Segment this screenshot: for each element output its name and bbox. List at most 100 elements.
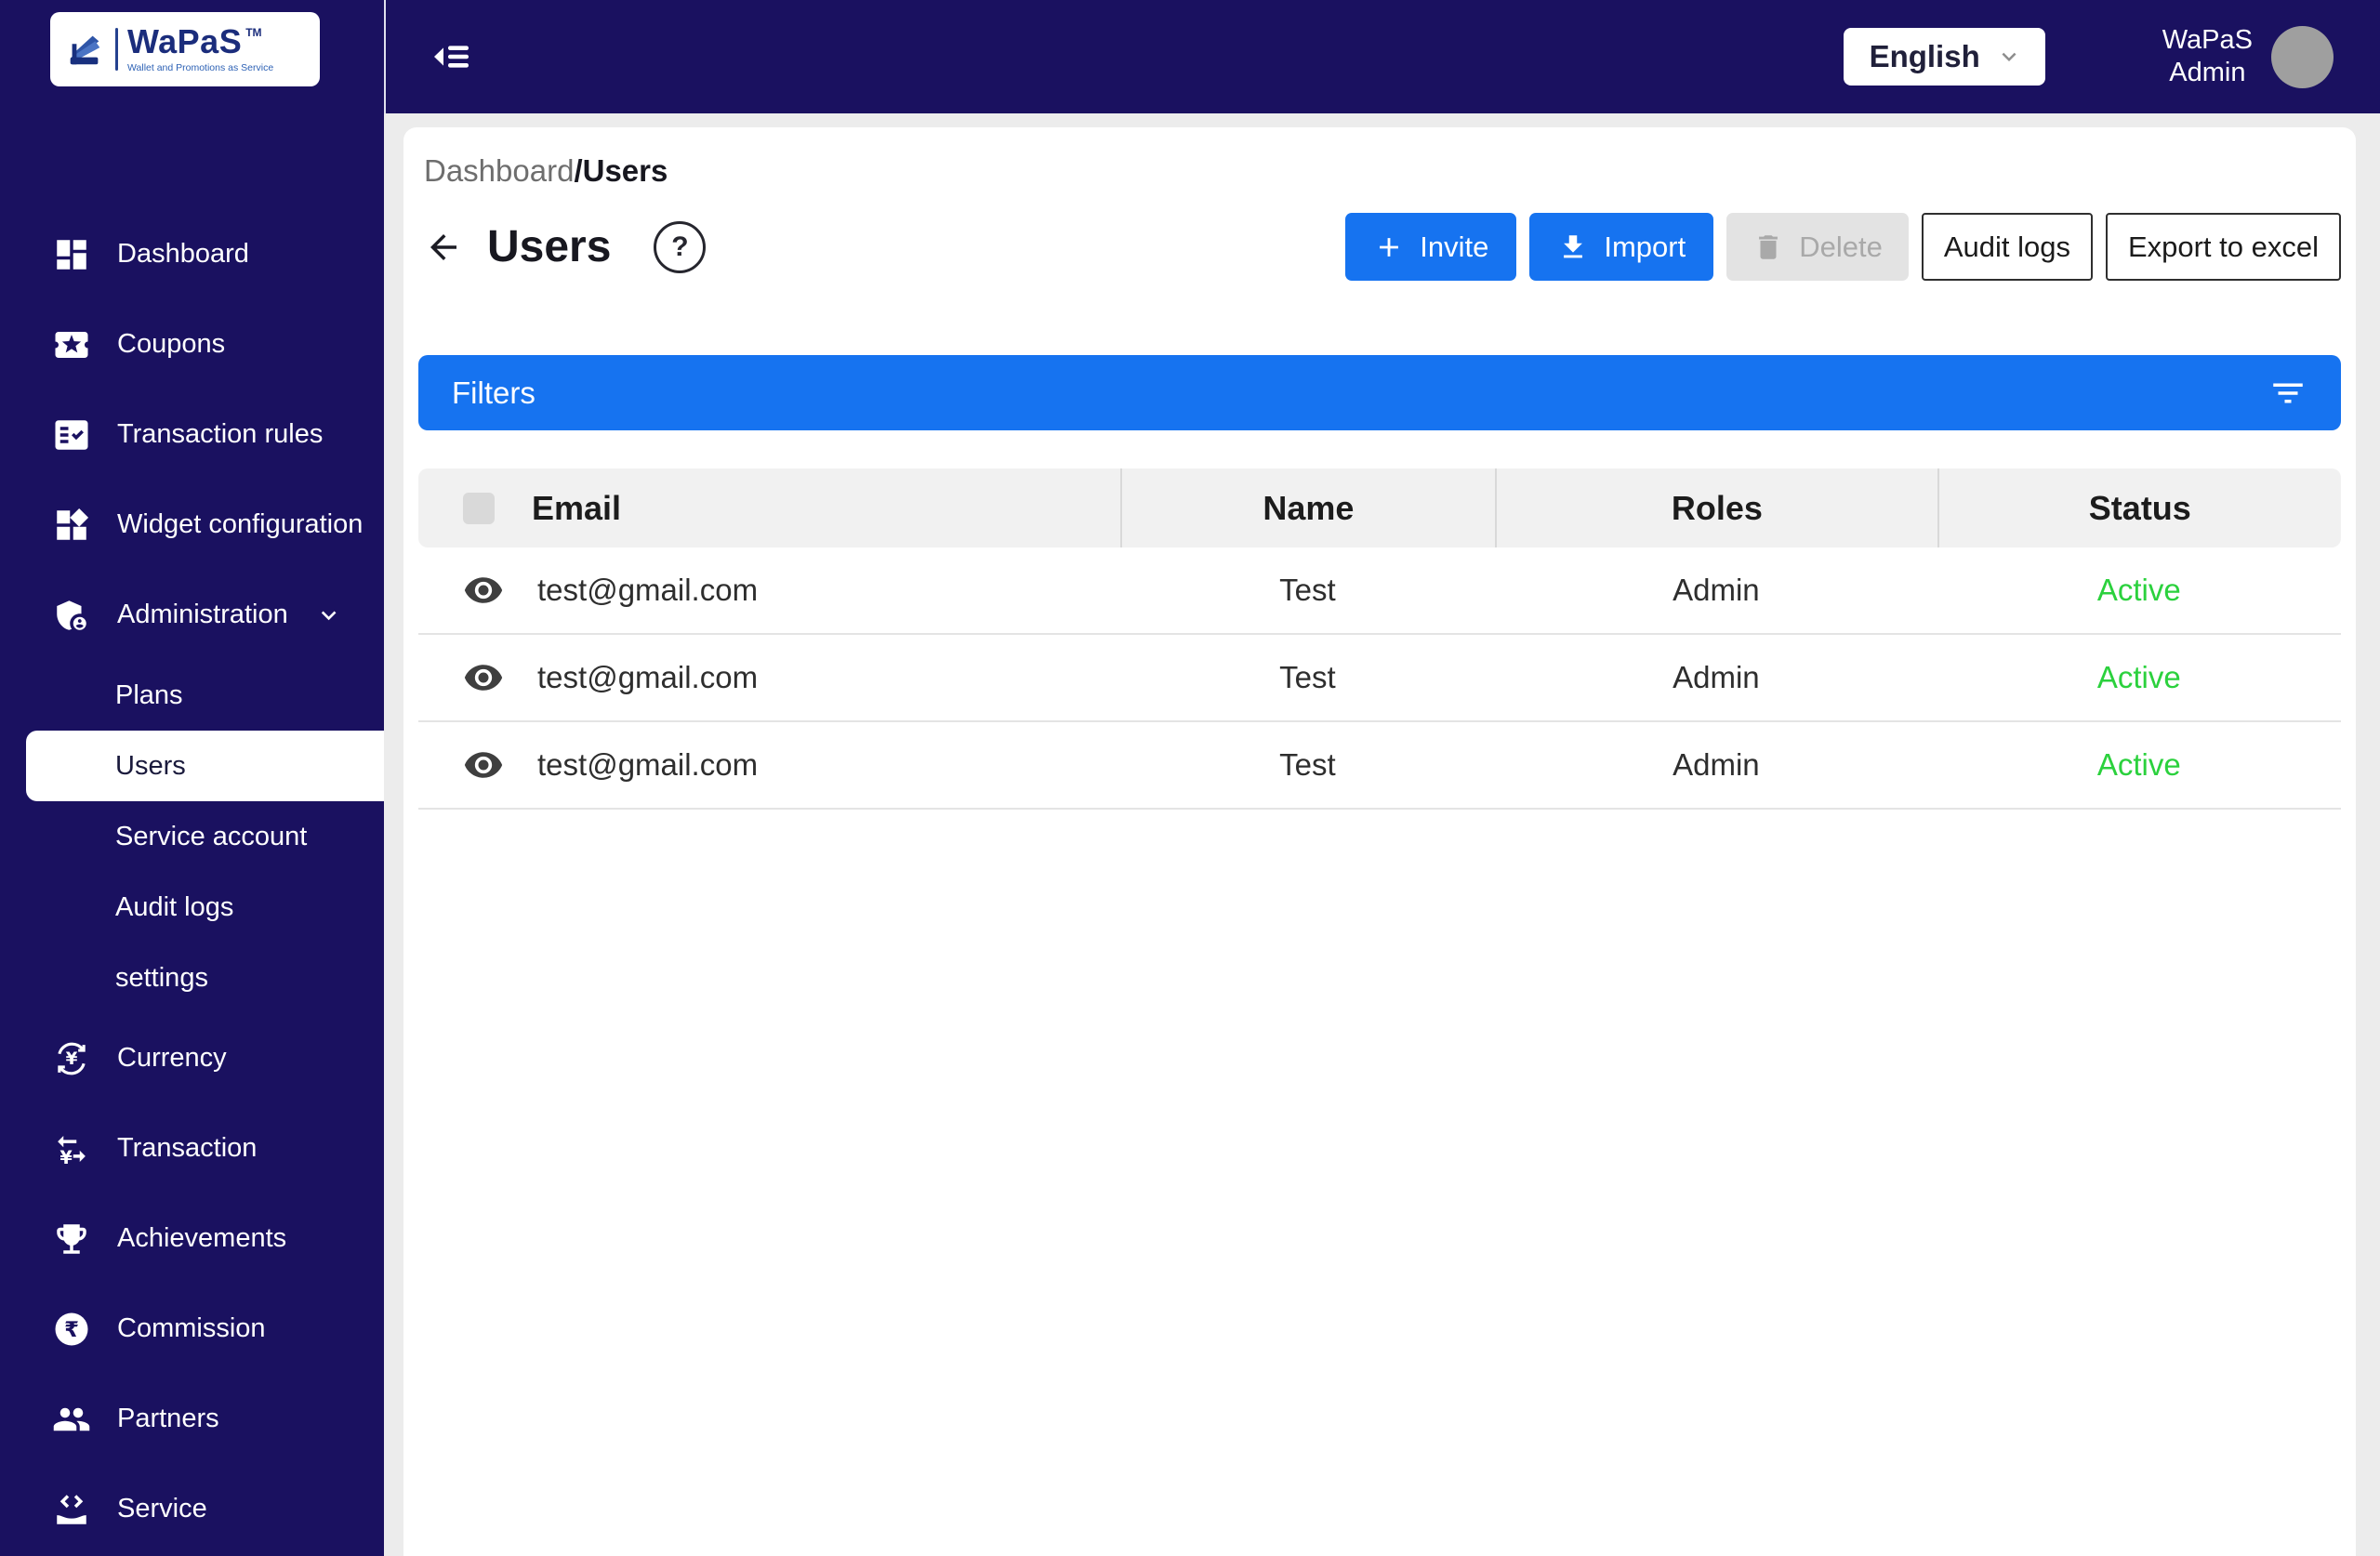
table-header-roles: Roles — [1495, 468, 1937, 547]
user-name: WaPaS Admin — [2162, 25, 2253, 87]
sidebar-item-label: Currency — [117, 1043, 227, 1073]
sidebar-item-transaction[interactable]: ¥ Transaction — [0, 1103, 384, 1193]
sidebar-item-coupons[interactable]: Coupons — [0, 299, 384, 389]
sidebar-item-dashboard[interactable]: Dashboard — [0, 209, 384, 299]
breadcrumb: Dashboard/Users — [418, 127, 2341, 189]
table-row: test@gmail.com Test Admin Active — [418, 547, 2341, 635]
audit-logs-button[interactable]: Audit logs — [1921, 213, 2093, 281]
logo-tagline: Wallet and Promotions as Service — [127, 62, 274, 74]
sidebar-item-commission[interactable]: ₹ Commission — [0, 1284, 384, 1374]
sidebar-item-transaction-rules[interactable]: Transaction rules — [0, 389, 384, 480]
status-badge: Active — [2096, 660, 2181, 694]
sidebar-subitem-label: Service account — [115, 821, 308, 851]
sidebar-subitem-label: settings — [115, 962, 208, 993]
transaction-yen-icon: ¥ — [52, 1129, 91, 1168]
sidebar-subitem-label: Users — [115, 750, 186, 781]
table-header-email: Email — [418, 468, 1120, 547]
logo-name: WaPaS — [127, 22, 243, 61]
status-badge: Active — [2096, 747, 2181, 782]
cell-roles: Admin — [1673, 747, 1760, 782]
sidebar-item-achievements[interactable]: Achievements — [0, 1193, 384, 1284]
sidebar-item-label: Transaction — [117, 1133, 258, 1163]
sidebar-subitem-plans[interactable]: Plans — [0, 660, 384, 731]
select-all-checkbox[interactable] — [463, 492, 495, 524]
chevron-down-icon — [1995, 43, 2023, 71]
chevron-down-icon — [314, 600, 343, 631]
download-icon — [1557, 231, 1589, 263]
rupee-circle-icon: ₹ — [52, 1310, 91, 1349]
svg-text:¥: ¥ — [66, 1049, 78, 1069]
cell-name: Test — [1279, 573, 1336, 607]
filters-bar[interactable]: Filters — [418, 355, 2341, 430]
trophy-icon — [52, 1220, 91, 1259]
language-select[interactable]: English — [1843, 28, 2045, 86]
users-table: Email Name Roles Status test@gmail.com T… — [418, 468, 2341, 810]
delete-button[interactable]: Delete — [1726, 213, 1909, 281]
sidebar-nav: Dashboard Coupons Transaction rules Widg… — [0, 209, 384, 1554]
wapas-logo-icon — [70, 35, 100, 65]
sidebar-subitem-service-account[interactable]: Service account — [0, 801, 384, 872]
sidebar-subitem-settings[interactable]: settings — [0, 943, 384, 1013]
table-row: test@gmail.com Test Admin Active — [418, 722, 2341, 810]
sidebar-item-label: Service — [117, 1494, 207, 1523]
import-button[interactable]: Import — [1529, 213, 1714, 281]
coupon-icon — [52, 325, 91, 364]
menu-collapse-icon — [434, 46, 469, 68]
sidebar-item-label: Commission — [117, 1313, 266, 1343]
help-button[interactable]: ? — [654, 220, 707, 273]
wapas-logo[interactable]: WaPaS TM Wallet and Promotions as Servic… — [50, 12, 320, 86]
filter-icon[interactable] — [2268, 374, 2307, 413]
collapse-sidebar-button[interactable] — [429, 34, 473, 79]
cell-email: test@gmail.com — [418, 745, 1120, 785]
table-header-name: Name — [1119, 468, 1495, 547]
table-header-row: Email Name Roles Status — [418, 468, 2341, 547]
currency-exchange-icon: ¥ — [52, 1039, 91, 1078]
sidebar-item-service[interactable]: Service — [0, 1464, 384, 1554]
sidebar-item-partners[interactable]: Partners — [0, 1374, 384, 1464]
sidebar-item-label: Coupons — [117, 329, 226, 359]
cell-email: test@gmail.com — [418, 657, 1120, 698]
table-header-status: Status — [1937, 468, 2341, 547]
cell-email: test@gmail.com — [418, 570, 1120, 611]
cell-roles: Admin — [1673, 573, 1760, 607]
users-page-card: Dashboard/Users Users ? Invite Import De… — [403, 127, 2356, 1556]
sidebar-item-label: Administration — [117, 600, 288, 629]
arrow-left-icon — [430, 233, 456, 260]
svg-text:¥: ¥ — [60, 1146, 73, 1167]
sidebar-item-administration[interactable]: Administration — [0, 570, 384, 660]
page-header-row: Users ? Invite Import Delete Audit logs … — [418, 213, 2341, 281]
sidebar-item-label: Widget configuration — [117, 509, 364, 539]
back-button[interactable] — [424, 228, 463, 267]
logo-text: WaPaS TM Wallet and Promotions as Servic… — [127, 25, 273, 73]
toolbar-actions: Invite Import Delete Audit logs Export t… — [1345, 213, 2341, 281]
filters-label: Filters — [452, 375, 536, 410]
main-area: English WaPaS Admin Dashboard/Users User… — [384, 0, 2380, 1556]
sidebar-subitem-audit-logs[interactable]: Audit logs — [0, 872, 384, 943]
sidebar-subitem-label: Audit logs — [115, 891, 234, 922]
service-hand-icon — [52, 1490, 91, 1529]
user-avatar[interactable] — [2271, 25, 2334, 88]
breadcrumb-separator: / — [574, 153, 583, 188]
logo-trademark: TM — [245, 26, 262, 40]
export-to-excel-button[interactable]: Export to excel — [2105, 213, 2341, 281]
sidebar-subitem-users[interactable]: Users — [26, 731, 384, 801]
dashboard-icon — [52, 235, 91, 274]
widgets-icon — [52, 506, 91, 545]
breadcrumb-current: Users — [582, 153, 668, 188]
view-user-eye-icon[interactable] — [463, 570, 504, 611]
cell-name: Test — [1279, 747, 1336, 782]
trash-icon — [1752, 231, 1784, 263]
content-area: Dashboard/Users Users ? Invite Import De… — [384, 113, 2380, 1556]
sidebar-item-widget-configuration[interactable]: Widget configuration — [0, 480, 384, 570]
svg-text:₹: ₹ — [64, 1317, 79, 1341]
sidebar-item-label: Achievements — [117, 1223, 287, 1253]
view-user-eye-icon[interactable] — [463, 745, 504, 785]
page-title: Users — [487, 222, 612, 271]
breadcrumb-dashboard-link[interactable]: Dashboard — [424, 153, 574, 188]
view-user-eye-icon[interactable] — [463, 657, 504, 698]
help-question-mark: ? — [671, 231, 689, 262]
sidebar-item-label: Transaction rules — [117, 419, 324, 449]
sidebar-item-currency[interactable]: ¥ Currency — [0, 1013, 384, 1103]
invite-button[interactable]: Invite — [1345, 213, 1517, 281]
sidebar-subitem-label: Plans — [115, 679, 183, 710]
